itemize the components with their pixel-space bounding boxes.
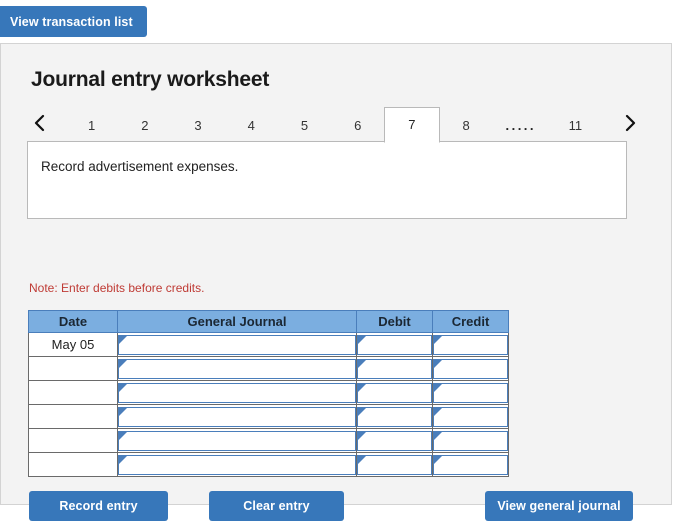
worksheet-tab-11[interactable]: 11 bbox=[549, 118, 602, 142]
worksheet-tab-6[interactable]: 6 bbox=[331, 118, 384, 142]
debit-dropdown-input[interactable] bbox=[357, 334, 432, 355]
tab-ellipsis: ..... bbox=[505, 118, 537, 133]
general-journal-dropdown-input[interactable] bbox=[118, 406, 356, 427]
debit-dropdown-input[interactable] bbox=[357, 406, 432, 427]
cell-date bbox=[28, 452, 118, 477]
transaction-description-text: Record advertisement expenses. bbox=[41, 159, 239, 174]
credit-dropdown-input[interactable] bbox=[433, 334, 508, 355]
table-row bbox=[28, 380, 509, 405]
table-row bbox=[28, 356, 509, 381]
table-row bbox=[28, 452, 509, 477]
cell-credit bbox=[432, 428, 509, 453]
table-row: May 05 bbox=[28, 332, 509, 357]
dropdown-triangle-icon bbox=[358, 455, 366, 464]
record-entry-button[interactable]: Record entry bbox=[29, 491, 168, 521]
dropdown-triangle-icon bbox=[119, 431, 127, 440]
credit-dropdown-input[interactable] bbox=[433, 382, 508, 403]
worksheet-tab-8[interactable]: 8 bbox=[440, 118, 493, 142]
cell-general-journal bbox=[117, 332, 357, 357]
debit-dropdown-input[interactable] bbox=[357, 358, 432, 379]
prev-page-arrow[interactable] bbox=[27, 106, 51, 140]
top-toolbar: View transaction list bbox=[0, 6, 147, 38]
clear-entry-button[interactable]: Clear entry bbox=[209, 491, 344, 521]
credit-dropdown-input[interactable] bbox=[433, 430, 508, 451]
worksheet-tab-7[interactable]: 7 bbox=[384, 107, 440, 143]
view-transaction-list-button[interactable]: View transaction list bbox=[0, 6, 147, 37]
cell-debit bbox=[356, 404, 433, 429]
cell-date bbox=[28, 428, 118, 453]
credit-dropdown-input[interactable] bbox=[433, 454, 508, 475]
cell-debit bbox=[356, 356, 433, 381]
dropdown-triangle-icon bbox=[434, 407, 442, 416]
dropdown-triangle-icon bbox=[434, 383, 442, 392]
column-header-general-journal: General Journal bbox=[117, 310, 357, 333]
credit-dropdown-input[interactable] bbox=[433, 358, 508, 379]
cell-general-journal bbox=[117, 452, 357, 477]
cell-general-journal bbox=[117, 404, 357, 429]
dropdown-triangle-icon bbox=[434, 455, 442, 464]
general-journal-dropdown-input[interactable] bbox=[118, 430, 356, 451]
cell-debit bbox=[356, 380, 433, 405]
cell-general-journal bbox=[117, 380, 357, 405]
general-journal-dropdown-input[interactable] bbox=[118, 454, 356, 475]
cell-debit bbox=[356, 332, 433, 357]
chevron-left-icon bbox=[33, 113, 46, 133]
table-row bbox=[28, 404, 509, 429]
cell-debit bbox=[356, 428, 433, 453]
debit-dropdown-input[interactable] bbox=[357, 430, 432, 451]
worksheet-tab-4[interactable]: 4 bbox=[225, 118, 278, 142]
table-header-row: Date General Journal Debit Credit bbox=[28, 310, 509, 333]
credit-dropdown-input[interactable] bbox=[433, 406, 508, 427]
general-journal-dropdown-input[interactable] bbox=[118, 382, 356, 403]
journal-entry-worksheet-panel: Journal entry worksheet 1 2 3 4 5 6 7 8..... 11 … bbox=[0, 43, 672, 521]
cell-date bbox=[28, 404, 118, 429]
cell-credit bbox=[432, 380, 509, 405]
dropdown-triangle-icon bbox=[119, 407, 127, 416]
view-general-journal-button[interactable]: View general journal bbox=[485, 491, 633, 521]
worksheet-tab-list: 1 2 3 4 5 6 7 8..... 11 bbox=[65, 106, 602, 143]
cell-debit bbox=[356, 452, 433, 477]
worksheet-tab-2[interactable]: 2 bbox=[118, 118, 171, 142]
column-header-credit: Credit bbox=[432, 310, 509, 333]
dropdown-triangle-icon bbox=[434, 335, 442, 344]
debit-dropdown-input[interactable] bbox=[357, 454, 432, 475]
debit-dropdown-input[interactable] bbox=[357, 382, 432, 403]
cell-date bbox=[28, 380, 118, 405]
dropdown-triangle-icon bbox=[358, 359, 366, 368]
cell-credit bbox=[432, 332, 509, 357]
journal-entry-table: Date General Journal Debit Credit May 05 bbox=[28, 310, 509, 477]
dropdown-triangle-icon bbox=[434, 359, 442, 368]
cell-general-journal bbox=[117, 428, 357, 453]
general-journal-dropdown-input[interactable] bbox=[118, 358, 356, 379]
worksheet-tab-1[interactable]: 1 bbox=[65, 118, 118, 142]
dropdown-triangle-icon bbox=[358, 335, 366, 344]
next-page-arrow[interactable] bbox=[618, 106, 642, 140]
worksheet-tab-3[interactable]: 3 bbox=[171, 118, 224, 142]
dropdown-triangle-icon bbox=[119, 335, 127, 344]
debits-before-credits-note: Note: Enter debits before credits. bbox=[29, 281, 205, 295]
worksheet-tab-5[interactable]: 5 bbox=[278, 118, 331, 142]
dropdown-triangle-icon bbox=[119, 359, 127, 368]
dropdown-triangle-icon bbox=[119, 383, 127, 392]
general-journal-dropdown-input[interactable] bbox=[118, 334, 356, 355]
column-header-debit: Debit bbox=[356, 310, 433, 333]
dropdown-triangle-icon bbox=[434, 431, 442, 440]
chevron-right-icon bbox=[624, 113, 637, 133]
transaction-description-box: Record advertisement expenses. bbox=[27, 141, 627, 219]
dropdown-triangle-icon bbox=[358, 383, 366, 392]
dropdown-triangle-icon bbox=[358, 431, 366, 440]
cell-credit bbox=[432, 452, 509, 477]
dropdown-triangle-icon bbox=[119, 455, 127, 464]
dropdown-triangle-icon bbox=[358, 407, 366, 416]
worksheet-tab-bar: 1 2 3 4 5 6 7 8..... 11 bbox=[27, 106, 642, 143]
column-header-date: Date bbox=[28, 310, 118, 333]
cell-credit bbox=[432, 356, 509, 381]
table-row bbox=[28, 428, 509, 453]
cell-general-journal bbox=[117, 356, 357, 381]
cell-credit bbox=[432, 404, 509, 429]
cell-date bbox=[28, 356, 118, 381]
page-title: Journal entry worksheet bbox=[31, 68, 270, 91]
cell-date: May 05 bbox=[28, 332, 118, 357]
